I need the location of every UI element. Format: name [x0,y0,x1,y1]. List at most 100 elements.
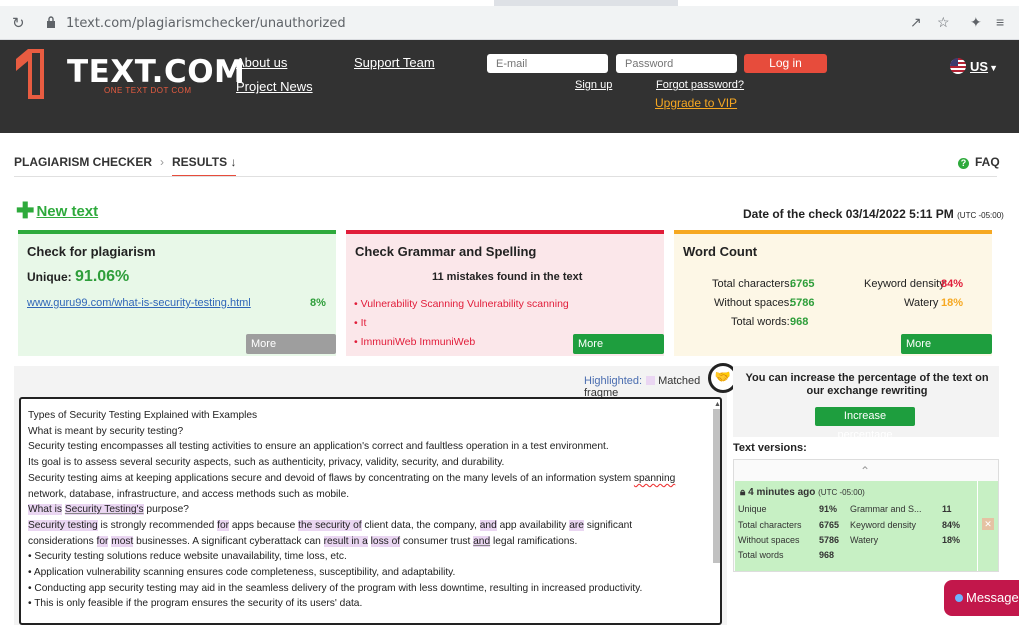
text-line: • Conducting app security testing may ai… [28,582,643,594]
text-span: legal ramifications. [490,535,578,547]
text-line: • This is only feasible if the program e… [28,598,363,610]
date-of-check: Date of the check 03/14/2022 5:11 PM (UT… [743,207,1004,221]
breadcrumb: PLAGIARISM CHECKER › RESULTS ↓ [14,155,237,177]
us-flag-icon [950,58,966,74]
breadcrumb-results[interactable]: RESULTS ↓ [172,155,237,177]
increase-percentage-button[interactable]: Increase percentage [815,407,915,441]
text-versions-list: ⌃ 🔒︎ 4 minutes ago (UTC -05:00) Unique 9… [733,459,999,572]
plagiarism-card: Check for plagiarism Unique: 91.06% www.… [18,230,336,370]
forgot-password-link[interactable]: Forgot password? [656,79,744,91]
star-icon[interactable]: ☆ [937,14,950,31]
text-editor-panel: Highlighted: Matched fragme Types of Secu… [14,366,727,625]
text-line: Its goal is to assess several security a… [28,457,505,469]
v-grammar-label: Grammar and S... [850,504,922,514]
project-news-link[interactable]: Project News [236,79,313,94]
login-button[interactable]: Log in [744,54,827,73]
version-tz: (UTC -05:00) [818,488,865,497]
timezone-label: (UTC -05:00) [957,211,1004,220]
scroll-up-icon[interactable]: ▲ [714,401,720,408]
text-span: Security testing aims at keeping applica… [28,472,634,484]
message-button[interactable]: Message [944,580,1019,616]
plagiarism-card-title: Check for plagiarism [27,244,156,259]
faq-link[interactable]: ? FAQ [958,155,1000,169]
new-text-button[interactable]: ✚ New text [16,198,98,224]
mistake-item[interactable]: • It [354,314,569,333]
logo-icon[interactable] [14,47,50,101]
mistake-item[interactable]: • ImmuniWeb ImmuniWeb [354,333,569,352]
breadcrumb-plagiarism-checker[interactable]: PLAGIARISM CHECKER [14,155,152,169]
editor-text[interactable]: Types of Security Testing Explained with… [28,408,690,612]
mistakes-list: • Vulnerability Scanning Vulnerability s… [354,295,569,352]
without-spaces-label: Without spaces: [714,297,793,309]
highlight-swatch [646,376,656,385]
source-link[interactable]: www.guru99.com/what-is-security-testing.… [27,297,251,309]
total-characters-label: Total characters: [712,278,793,290]
watery-label: Watery [904,297,939,309]
matched-fragment: result in a [323,535,368,547]
wordcount-more-button[interactable]: More information [901,334,992,370]
about-link[interactable]: About us [236,55,287,70]
dropdown-arrow-icon: ▼ [989,63,998,73]
extensions-icon[interactable]: ✦ [970,14,982,31]
v-chars-value: 6765 [819,520,840,530]
keyword-density-label: Keyword density [864,278,945,290]
share-icon[interactable]: ↗ [910,14,922,31]
support-team-link[interactable]: Support Team [354,55,435,70]
chevron-up-icon[interactable]: ⌃ [860,464,870,478]
v-words-value: 968 [819,550,835,560]
tab-inactive[interactable] [678,0,1019,6]
text-span: consumer trust [400,535,474,547]
total-words-label: Total words: [731,316,790,328]
v-words-label: Total words [738,550,784,560]
language-selector[interactable]: US▼ [950,58,998,74]
editor-scrollbar[interactable]: ▲ [713,401,720,563]
version-time: 4 minutes ago [748,487,816,498]
text-span: businesses. A significant cyberattack ca… [133,535,324,547]
text-line: Security testing encompasses all testing… [28,441,609,453]
email-field[interactable] [487,54,608,73]
language-label: US [970,59,989,74]
logo-text[interactable]: TEXT.COM [67,54,245,90]
reload-icon[interactable]: ↻ [12,14,25,32]
faq-label: FAQ [975,155,1000,169]
grammar-card-title: Check Grammar and Spelling [355,244,537,259]
matched-fragment: loss of [370,535,401,547]
text-span: app availability [496,519,570,531]
tab-active[interactable] [0,0,494,6]
rewrite-text: You can increase the percentage of the t… [745,372,989,397]
mistake-item[interactable]: • Vulnerability Scanning Vulnerability s… [354,295,569,314]
lock-icon[interactable] [46,16,56,28]
browser-toolbar: ↻ 1text.com/plagiarismchecker/unauthoriz… [0,0,1019,40]
version-actions: ✕ [977,481,998,571]
matched-fragment: for [217,519,230,531]
upgrade-vip-link[interactable]: Upgrade to VIP [655,96,737,110]
password-field[interactable] [616,54,737,73]
unique-row: Unique: 91.06% [27,268,129,286]
url-text[interactable]: 1text.com/plagiarismchecker/unauthorized [66,16,346,31]
signup-link[interactable]: Sign up [575,79,612,91]
text-span: network, database, infrastructure, and a… [28,488,350,500]
v-chars-label: Total characters [738,520,802,530]
text-span: purpose? [146,504,189,516]
text-versions-label: Text versions: [733,442,807,454]
down-arrow-icon: ↓ [230,155,237,169]
total-words-value: 968 [790,316,809,328]
version-entry[interactable]: 🔒︎ 4 minutes ago (UTC -05:00) Unique 91%… [735,481,977,571]
keyword-density-value: 84% [941,278,964,290]
delete-version-icon[interactable]: ✕ [982,518,994,530]
text-line: Types of Security Testing Explained with… [28,410,258,421]
unique-value: 91.06% [75,268,130,285]
site-header: TEXT.COM ONE TEXT DOT COM About us Proje… [0,40,1019,133]
grammar-more-button[interactable]: More information [573,334,664,370]
tab-strip [0,0,1019,6]
spelling-error[interactable]: spanning [634,473,675,484]
lock-icon: 🔒︎ [740,487,746,498]
matched-fragment: most [111,535,134,547]
reading-list-icon[interactable]: ≡ [996,14,1004,30]
chevron-right-icon: › [160,155,165,169]
text-editor[interactable]: Types of Security Testing Explained with… [19,397,722,625]
plagiarism-more-button[interactable]: More information [246,334,336,370]
message-label: Message [966,590,1019,605]
online-dot-icon [955,594,963,602]
text-span: is strongly recommended [97,519,218,531]
